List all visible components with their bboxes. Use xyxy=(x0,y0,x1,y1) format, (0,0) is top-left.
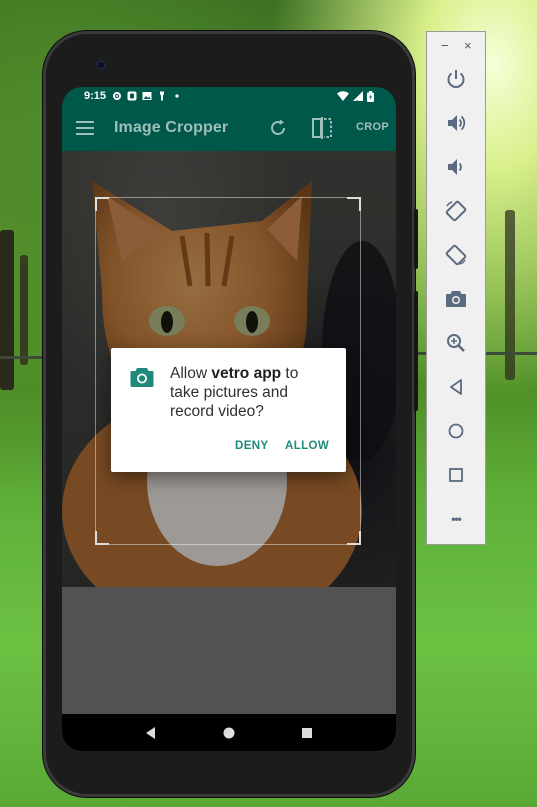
power-button[interactable] xyxy=(443,66,469,92)
home-button[interactable] xyxy=(443,418,469,444)
volume-key[interactable] xyxy=(414,291,418,411)
signal-icon xyxy=(353,91,363,101)
overview-button[interactable] xyxy=(443,462,469,488)
crop-handle-top-right[interactable] xyxy=(347,197,361,211)
back-icon xyxy=(450,379,462,395)
back-nav-icon[interactable] xyxy=(143,725,159,741)
image-icon xyxy=(142,92,152,100)
home-icon xyxy=(448,423,464,439)
home-nav-icon[interactable] xyxy=(221,725,237,741)
rotate-left-icon xyxy=(445,200,467,222)
permission-dialog: Allow vetro app to take pictures and rec… xyxy=(111,348,346,472)
flip-icon[interactable] xyxy=(311,116,333,140)
tree-trunk xyxy=(0,230,14,390)
app-title: Image Cropper xyxy=(114,119,229,136)
rotate-icon[interactable] xyxy=(268,118,288,138)
flashlight-icon xyxy=(160,91,165,101)
status-bar: 9:15 xyxy=(62,87,396,105)
gear-icon xyxy=(113,92,122,100)
screenshot-button[interactable] xyxy=(443,286,469,312)
dialog-app-name: vetro app xyxy=(211,365,282,382)
rotate-right-button[interactable] xyxy=(443,242,469,268)
volume-down-icon xyxy=(448,159,462,175)
minimize-button[interactable]: − xyxy=(441,38,449,53)
media-icon xyxy=(127,91,137,101)
camera-icon xyxy=(446,291,466,307)
crop-button[interactable]: CROP xyxy=(356,121,389,133)
back-button[interactable] xyxy=(443,374,469,400)
more-label: ••• xyxy=(451,512,462,526)
zoom-button[interactable] xyxy=(443,330,469,356)
crop-handle-top-left[interactable] xyxy=(95,197,109,211)
battery-icon xyxy=(367,90,374,102)
android-nav-bar xyxy=(62,714,396,751)
fence xyxy=(0,356,44,359)
app-toolbar: Image Cropper CROP xyxy=(62,105,396,151)
camera-icon xyxy=(130,368,154,387)
power-icon xyxy=(447,70,465,88)
tree-trunk xyxy=(20,255,28,365)
overview-icon xyxy=(449,468,463,482)
crop-handle-bottom-left[interactable] xyxy=(95,531,109,545)
dialog-message-prefix: Allow xyxy=(170,365,212,382)
workspace-bottom xyxy=(62,587,396,651)
emulator-window-controls: − × xyxy=(427,38,485,53)
zoom-icon xyxy=(447,334,465,352)
rotate-left-button[interactable] xyxy=(443,198,469,224)
hamburger-menu-icon[interactable] xyxy=(76,121,94,135)
recents-nav-icon[interactable] xyxy=(299,725,315,741)
crop-handle-bottom-right[interactable] xyxy=(347,531,361,545)
status-time: 9:15 xyxy=(84,90,107,102)
more-button[interactable]: ••• xyxy=(443,506,469,532)
wifi-icon xyxy=(337,91,349,101)
volume-up-icon xyxy=(448,115,466,131)
dialog-message: Allow vetro app to take pictures and rec… xyxy=(170,364,330,421)
dot-icon xyxy=(175,94,179,98)
volume-down-button[interactable] xyxy=(443,154,469,180)
allow-button[interactable]: ALLOW xyxy=(285,440,329,452)
close-button[interactable]: × xyxy=(464,38,472,53)
power-key[interactable] xyxy=(414,209,418,269)
front-camera xyxy=(96,60,106,70)
rotate-right-icon xyxy=(445,244,467,266)
deny-button[interactable]: DENY xyxy=(235,440,269,452)
volume-up-button[interactable] xyxy=(443,110,469,136)
emulator-toolbar: − × ••• xyxy=(426,31,486,545)
